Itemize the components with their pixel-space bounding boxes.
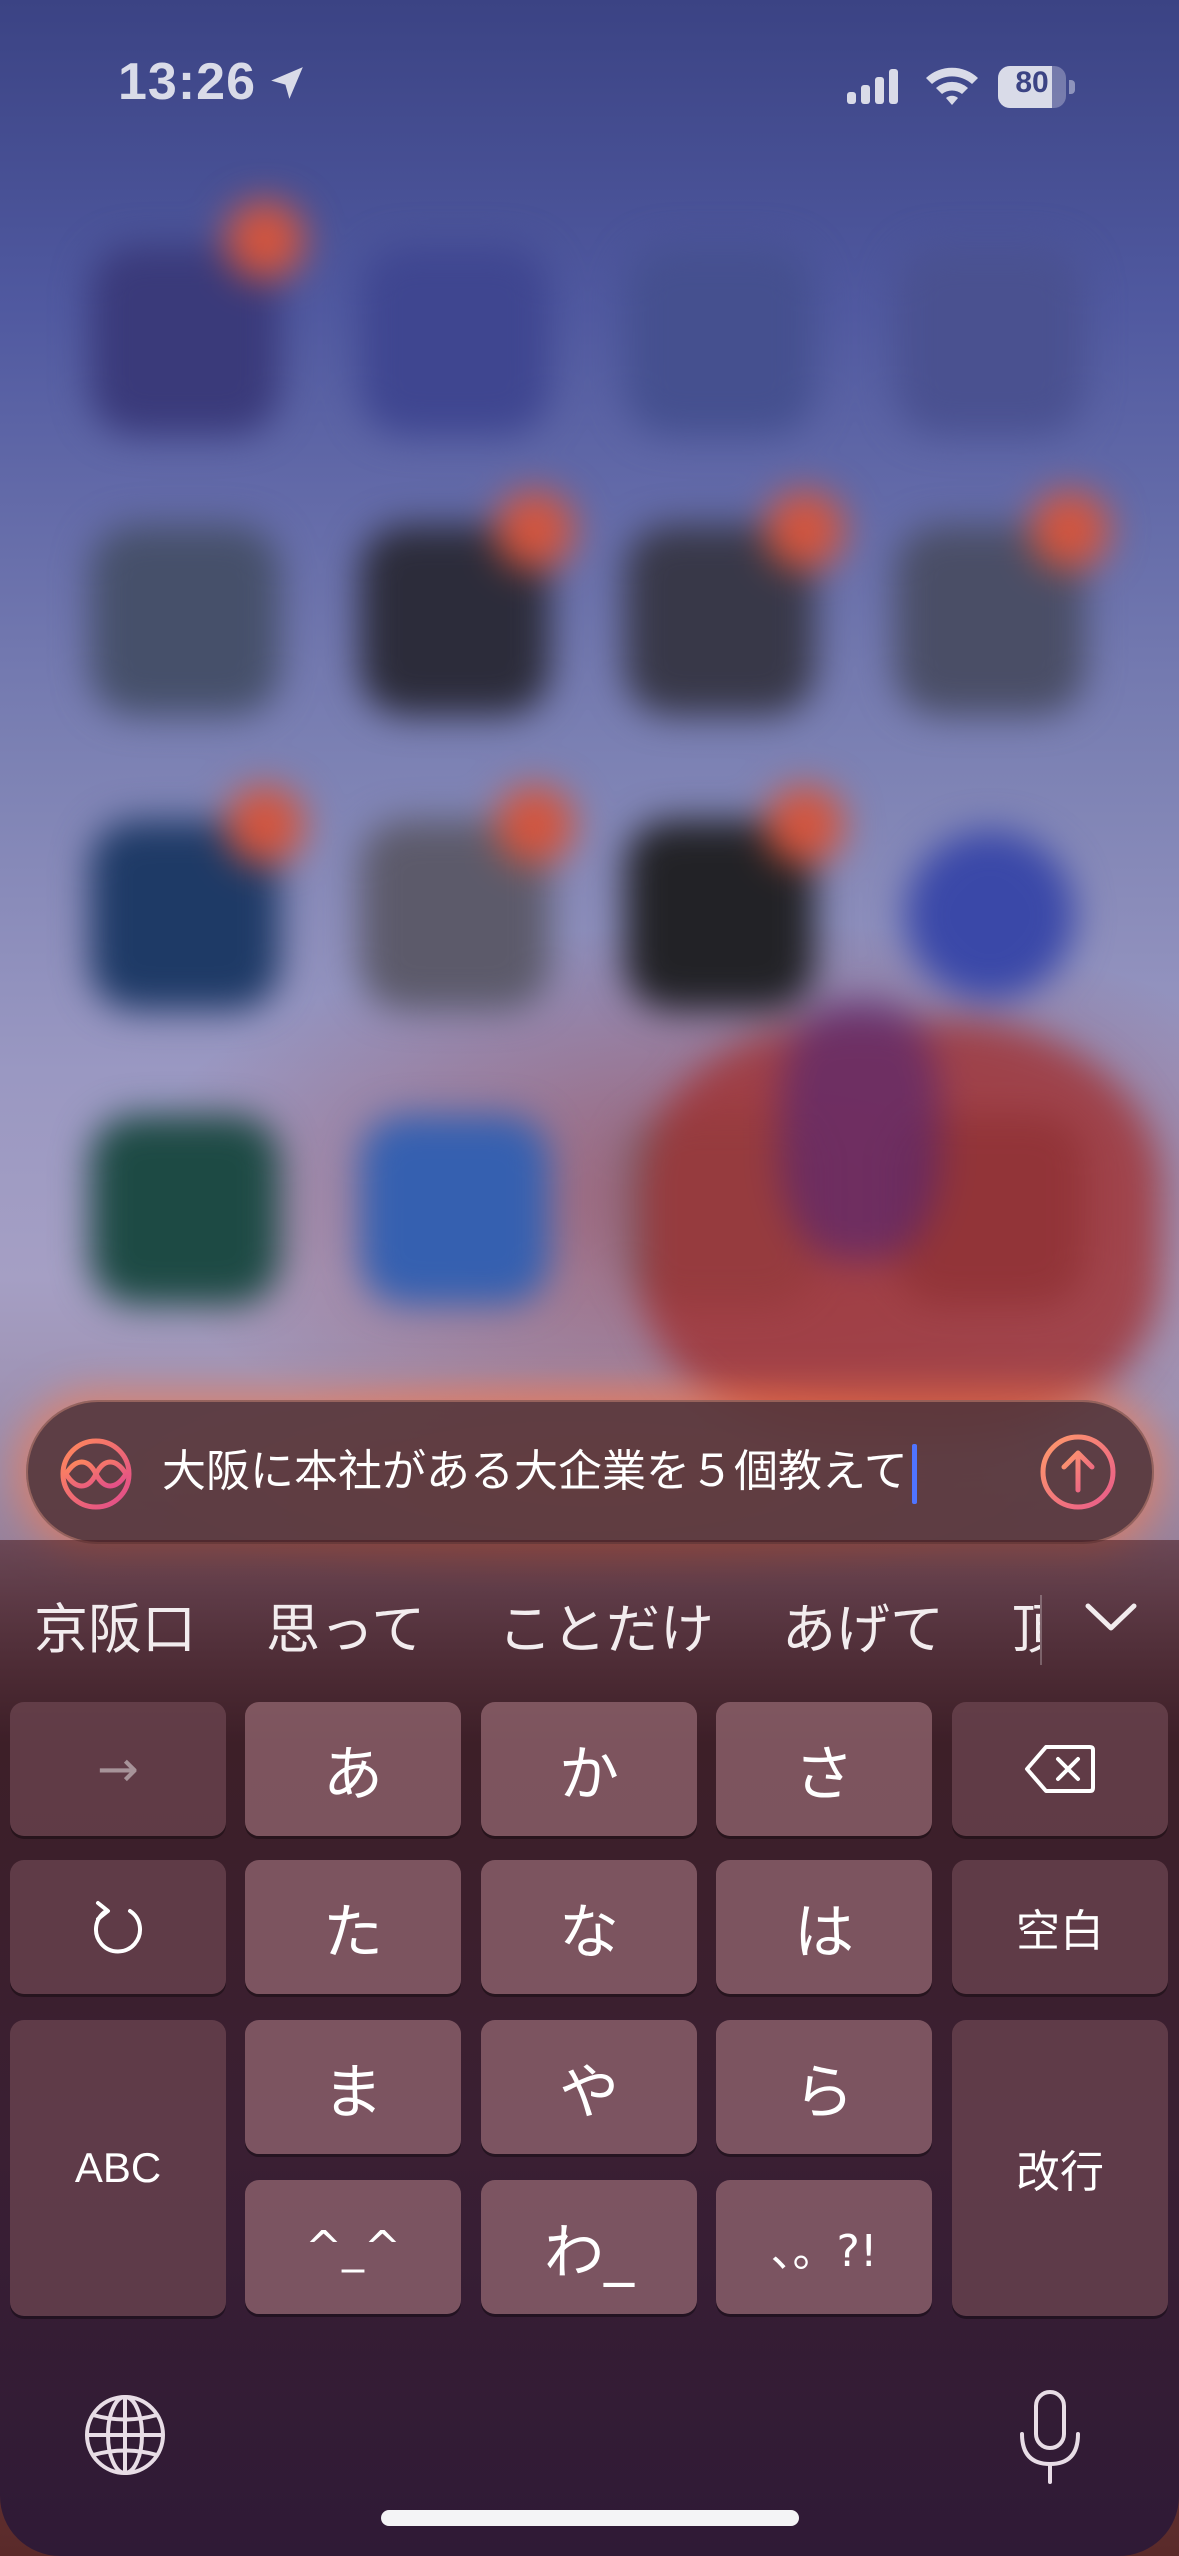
key-ka[interactable]: か (481, 1702, 697, 1836)
blurred-app-icon (90, 525, 280, 715)
key-label: は (794, 1897, 854, 1968)
undo-key[interactable] (10, 1860, 226, 1994)
key-ra[interactable]: ら (716, 2020, 932, 2154)
punctuation-key[interactable]: 、。?! (716, 2180, 932, 2314)
location-arrow-icon (271, 67, 303, 99)
notification-badge (1030, 490, 1110, 570)
key-label: や (559, 2057, 619, 2128)
key-label: さ (794, 1739, 854, 1810)
blurred-app-icon (895, 245, 1085, 435)
wallpaper-shape (780, 1000, 940, 1260)
ai-prompt-field[interactable]: 大阪に本社がある大企業を５個教えて (26, 1400, 1154, 1544)
notification-badge (765, 785, 845, 865)
microphone-icon[interactable] (1016, 2388, 1084, 2488)
notification-badge (495, 490, 575, 570)
clock: 13:26 (118, 53, 256, 111)
key-label: ^_^ (305, 2221, 401, 2273)
ai-assistant-icon[interactable] (58, 1436, 134, 1512)
key-label: ま (323, 2057, 383, 2128)
key-label: 改行 (1016, 2147, 1104, 2198)
emoticon-key[interactable]: ^_^ (245, 2180, 461, 2314)
candidate-bar: 京阪口 思って ことだけ あげて 頂 (0, 1580, 1179, 1680)
chevron-down-icon[interactable] (1080, 1592, 1142, 1642)
abc-key[interactable]: ABC (10, 2020, 226, 2316)
prompt-input-text[interactable]: 大阪に本社がある大企業を５個教えて (162, 1400, 917, 1544)
enter-key[interactable]: 改行 (952, 2020, 1168, 2316)
key-label: 、。?! (770, 2226, 878, 2277)
key-label: ら (794, 2057, 854, 2128)
blurred-app-icon (625, 245, 815, 435)
key-label: 空白 (1016, 1906, 1104, 1957)
arrow-right-icon: → (97, 1740, 139, 1798)
key-ta[interactable]: た (245, 1860, 461, 1994)
cellular-signal-icon (847, 69, 898, 104)
key-label: な (559, 1897, 619, 1968)
space-key[interactable]: 空白 (952, 1860, 1168, 1994)
undo-icon (94, 1901, 142, 1954)
notification-badge (225, 785, 305, 865)
backspace-icon (1025, 1745, 1095, 1793)
candidate-word[interactable]: 思って (266, 1580, 425, 1680)
key-label: あ (323, 1739, 383, 1810)
key-ha[interactable]: は (716, 1860, 932, 1994)
globe-icon[interactable] (82, 2392, 168, 2478)
candidate-word[interactable]: あげて (782, 1580, 944, 1680)
candidate-divider (1040, 1595, 1042, 1665)
key-label: か (559, 1739, 619, 1810)
candidate-word[interactable]: ことだけ (498, 1580, 714, 1680)
battery-indicator: 80 (998, 66, 1078, 108)
key-wa[interactable]: わ_ (481, 2180, 697, 2314)
key-a[interactable]: あ (245, 1702, 461, 1836)
notification-badge (765, 490, 845, 570)
home-indicator[interactable] (381, 2510, 799, 2526)
candidate-word[interactable]: 頂 (1012, 1580, 1040, 1680)
key-label: た (323, 1897, 383, 1968)
key-sa[interactable]: さ (716, 1702, 932, 1836)
cursor-right-key[interactable]: → (10, 1702, 226, 1836)
key-na[interactable]: な (481, 1860, 697, 1994)
wifi-icon (926, 67, 978, 105)
blurred-app-icon (360, 245, 550, 435)
send-arrow-icon[interactable] (1038, 1432, 1118, 1512)
candidate-word[interactable]: 京阪口 (34, 1580, 196, 1680)
key-ya[interactable]: や (481, 2020, 697, 2154)
key-ma[interactable]: ま (245, 2020, 461, 2154)
notification-badge (495, 785, 575, 865)
backspace-key[interactable] (952, 1702, 1168, 1836)
blurred-app-icon (90, 1115, 280, 1305)
text-caret (911, 1444, 917, 1504)
key-label: ABC (74, 2144, 162, 2191)
key-label: わ_ (544, 2217, 634, 2288)
blurred-app-icon (360, 1115, 550, 1305)
status-bar: 13:26 80 (0, 0, 1179, 170)
blurred-app-icon (905, 830, 1075, 1000)
prompt-text-value: 大阪に本社がある大企業を５個教えて (162, 1446, 908, 1497)
notification-badge (225, 200, 305, 280)
battery-percent: 80 (1015, 66, 1049, 99)
